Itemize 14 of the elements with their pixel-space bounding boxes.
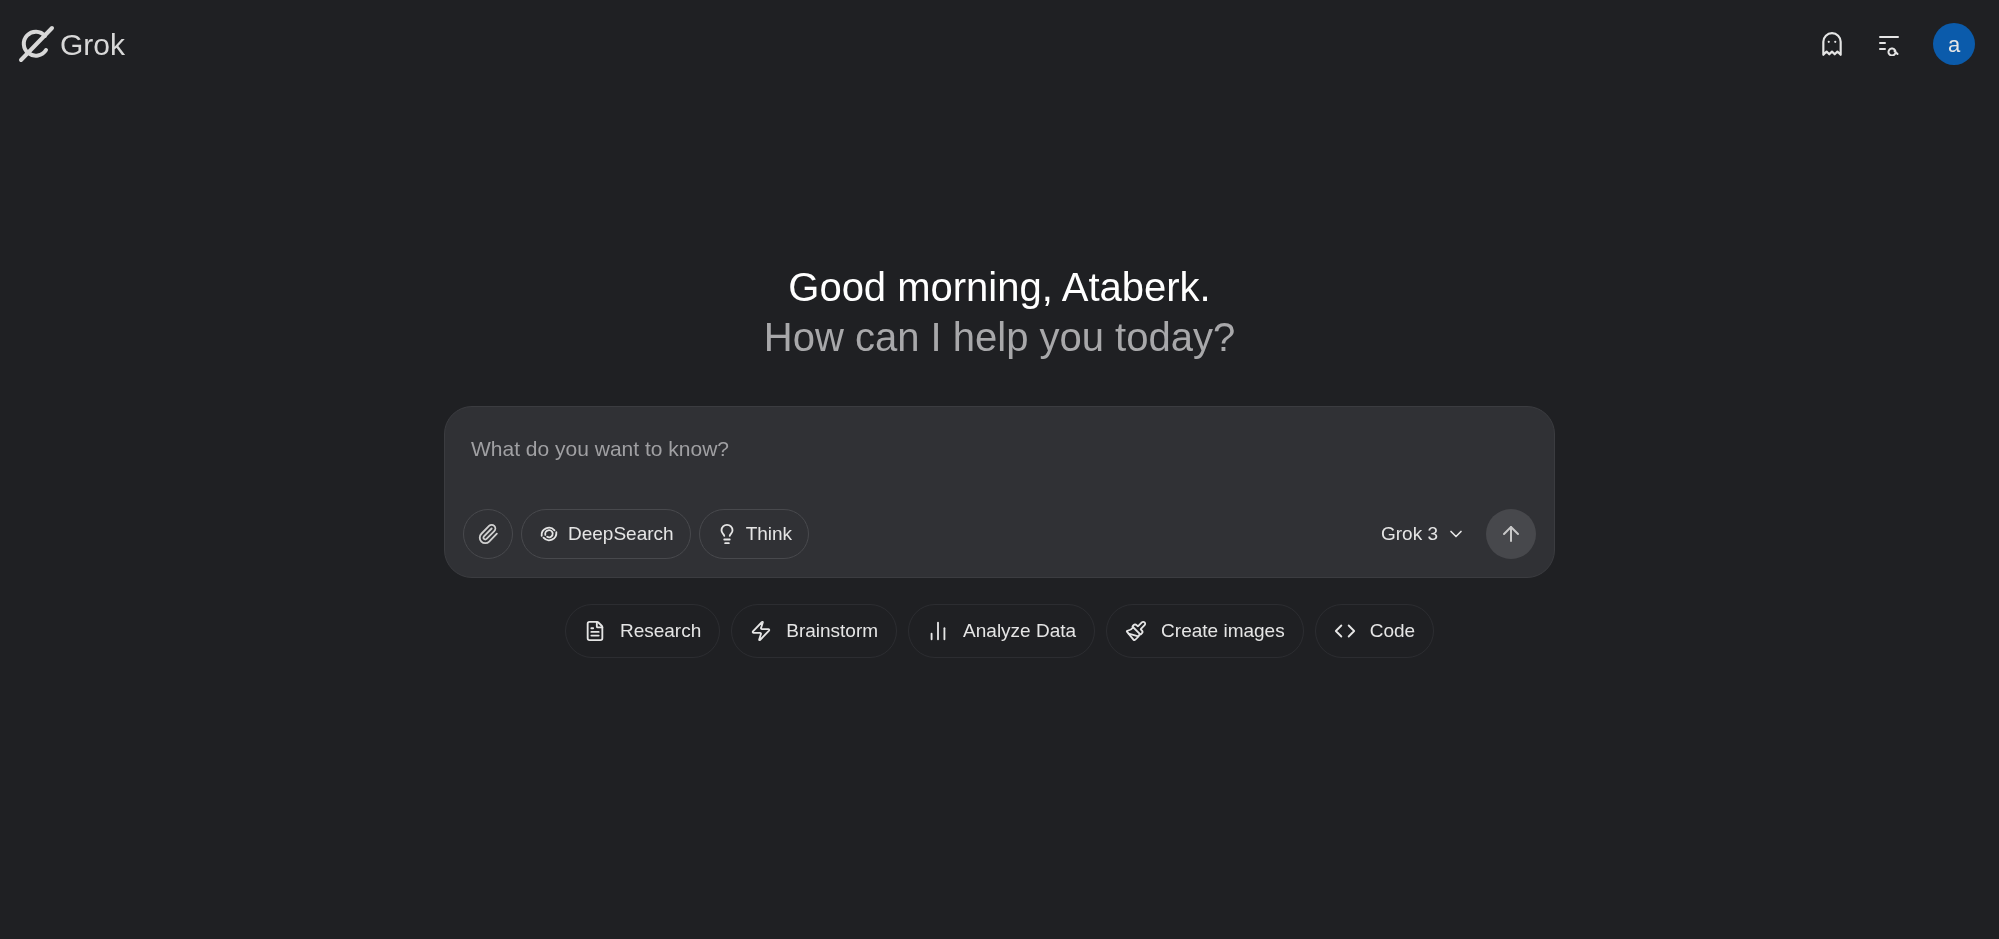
ghost-icon[interactable] (1819, 31, 1845, 57)
logo-icon (16, 24, 56, 64)
user-avatar[interactable]: a (1933, 23, 1975, 65)
greeting-title: Good morning, Ataberk. (788, 264, 1211, 311)
logo-text: Grok (60, 26, 125, 63)
send-button[interactable] (1486, 509, 1536, 559)
model-selector[interactable]: Grok 3 (1380, 519, 1466, 549)
message-input[interactable]: What do you want to know? (463, 433, 1536, 465)
mode-toggle-button[interactable]: DeepSearch (521, 509, 691, 559)
lightning-icon (750, 620, 773, 642)
paintbrush-icon (1125, 620, 1148, 642)
greeting-subtitle: How can I help you today? (763, 314, 1236, 361)
attach-button[interactable] (463, 509, 513, 559)
paperclip-icon (477, 523, 499, 545)
